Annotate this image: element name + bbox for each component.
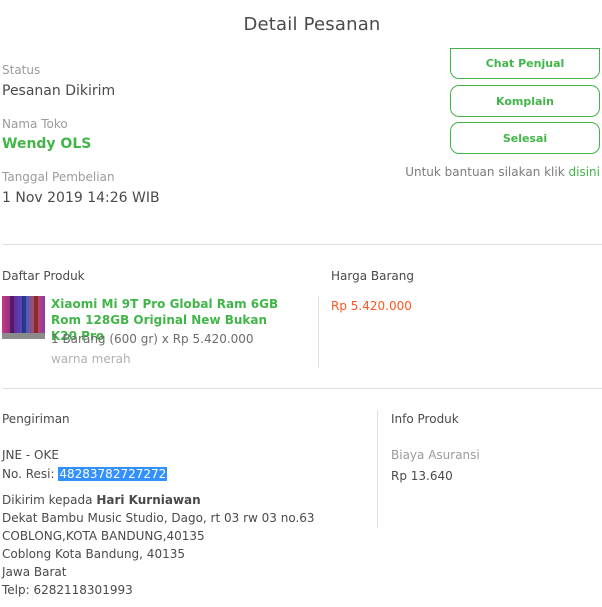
recipient-line: Dikirim kepada Hari Kurniawan	[2, 493, 201, 507]
purchase-date-label: Tanggal Pembelian	[2, 170, 115, 184]
product-variant: warna merah	[51, 352, 131, 366]
divider	[2, 244, 602, 245]
store-name-link[interactable]: Wendy OLS	[2, 136, 91, 152]
recipient-prefix: Dikirim kepada	[2, 493, 93, 507]
thumbnail-base	[2, 333, 45, 339]
tracking-label: No. Resi:	[2, 467, 55, 481]
product-info-label: Info Produk	[391, 412, 459, 426]
help-link[interactable]: disini	[569, 165, 600, 179]
courier-name: JNE - OKE	[2, 448, 59, 462]
help-text: Untuk bantuan silakan klik disini	[405, 165, 600, 179]
shipping-label: Pengiriman	[2, 412, 70, 426]
divider	[2, 388, 602, 389]
recipient-name: Hari Kurniawan	[96, 493, 201, 507]
phone-line: Telp: 6282118301993	[2, 583, 133, 597]
chat-seller-button[interactable]: Chat Penjual	[450, 48, 600, 79]
status-value: Pesanan Dikirim	[2, 83, 116, 99]
address-line: Dekat Bambu Music Studio, Dago, rt 03 rw…	[2, 511, 315, 525]
insurance-label: Biaya Asuransi	[391, 448, 480, 462]
product-thumbnail[interactable]	[2, 296, 45, 339]
help-text-label: Untuk bantuan silakan klik	[405, 165, 565, 179]
column-divider	[318, 296, 319, 368]
address-line: COBLONG,KOTA BANDUNG,40135	[2, 529, 205, 543]
insurance-value: Rp 13.640	[391, 469, 453, 483]
finish-button[interactable]: Selesai	[450, 122, 600, 154]
store-label: Nama Toko	[2, 117, 68, 131]
product-qty: 1 Barang (600 gr) x Rp 5.420.000	[51, 332, 254, 346]
page-title: Detail Pesanan	[243, 14, 381, 35]
address-line: Coblong Kota Bandung, 40135	[2, 547, 185, 561]
product-list-label: Daftar Produk	[2, 269, 85, 283]
tracking-number: No. Resi: 48283782727272	[2, 467, 168, 481]
address-line: Jawa Barat	[2, 565, 67, 579]
column-divider	[377, 410, 378, 528]
product-price: Rp 5.420.000	[331, 299, 412, 313]
complain-button[interactable]: Komplain	[450, 85, 600, 117]
tracking-value[interactable]: 48283782727272	[58, 467, 168, 481]
purchase-date-value: 1 Nov 2019 14:26 WIB	[2, 190, 160, 206]
status-label: Status	[2, 63, 41, 77]
item-price-label: Harga Barang	[331, 269, 414, 283]
